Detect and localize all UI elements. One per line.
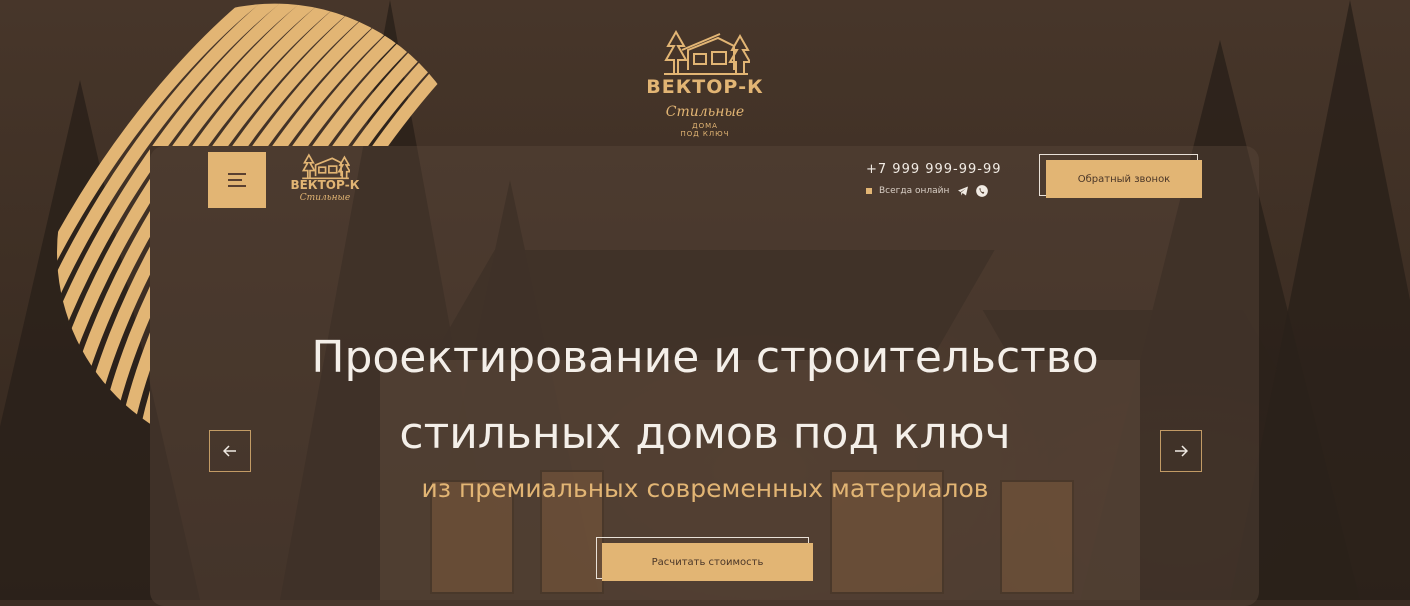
online-status: Всегда онлайн xyxy=(866,184,989,198)
header-logo[interactable]: ВЕКТОР-К Стильные xyxy=(290,150,360,210)
header-brand-script: Стильные xyxy=(299,193,351,203)
house-logo-small-icon xyxy=(301,153,350,180)
house-logo-icon xyxy=(664,29,750,75)
phone-link[interactable]: +7 999 999-99-99 xyxy=(866,162,1002,177)
slider-prev-button[interactable] xyxy=(209,430,251,472)
online-status-text: Всегда онлайн xyxy=(879,186,950,196)
callback-button[interactable]: Обратный звонок xyxy=(1046,160,1202,198)
status-dot xyxy=(866,188,872,194)
brand-name: ВЕКТОР-К xyxy=(646,76,764,98)
hero-title-line-1: Проектирование и строительство xyxy=(311,332,1099,383)
whatsapp-icon[interactable] xyxy=(975,184,989,198)
hero-subtitle: из премиальных современных материалов xyxy=(421,474,989,503)
arrow-left-icon xyxy=(223,445,236,457)
slider-next-button[interactable] xyxy=(1160,430,1202,472)
calculate-cost-button[interactable]: Расчитать стоимость xyxy=(602,543,813,581)
telegram-icon[interactable] xyxy=(957,185,969,197)
brand-script: Стильные xyxy=(665,104,745,120)
hamburger-menu-icon xyxy=(228,173,246,175)
hamburger-line xyxy=(228,185,246,187)
brand-tagline-2: ПОД КЛЮЧ xyxy=(680,130,730,138)
menu-button[interactable] xyxy=(208,152,266,208)
header-brand-name: ВЕКТОР-К xyxy=(290,178,360,192)
top-logo[interactable]: ВЕКТОР-К Стильные ДОМА ПОД КЛЮЧ xyxy=(640,22,770,138)
arrow-right-icon xyxy=(1175,445,1188,457)
hamburger-line xyxy=(228,179,242,181)
brand-tagline-1: ДОМА xyxy=(692,122,718,130)
